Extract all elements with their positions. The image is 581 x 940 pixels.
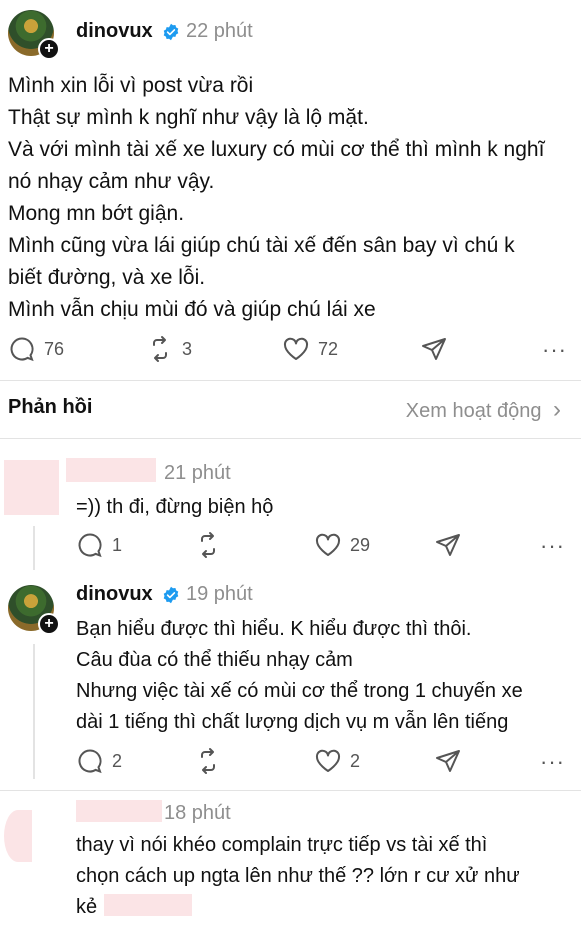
repost-count: 3 <box>182 338 193 359</box>
divider <box>0 380 581 381</box>
reply-line: dài 1 tiếng thì chất lượng dịch vụ m vẫn… <box>76 711 509 733</box>
post-actions: 76 3 72 ··· <box>8 335 573 367</box>
divider <box>0 790 581 791</box>
comment-icon <box>78 533 102 558</box>
post-line: Mong mn bớt giận. <box>8 202 185 225</box>
comment-count: 76 <box>44 338 65 359</box>
more-options-button[interactable]: ··· <box>540 749 565 775</box>
repost-icon <box>153 336 167 362</box>
post-body: Mình xin lỗi vì post vừa rồi Thật sự mìn… <box>8 70 573 326</box>
reply-time: 19 phút <box>186 583 253 605</box>
chevron-right-icon: › <box>553 396 561 423</box>
repost-icon <box>201 532 215 558</box>
heart-icon <box>315 533 341 556</box>
reply-line: Câu đùa có thể thiếu nhạy cảm <box>76 649 353 671</box>
share-icon <box>436 750 460 772</box>
share-icon <box>422 338 446 360</box>
comment-icon <box>78 749 102 774</box>
view-activity-link[interactable]: Xem hoạt động › <box>406 396 561 424</box>
verified-icon <box>163 586 179 604</box>
reply-actions: 1 29 ··· <box>76 531 571 563</box>
comment-button[interactable]: 2 <box>76 747 122 775</box>
repost-button[interactable] <box>194 531 222 559</box>
reply-actions: 2 2 ··· <box>76 747 571 779</box>
comment-count: 1 <box>112 534 123 555</box>
redacted-username <box>66 458 156 482</box>
follow-plus-icon[interactable]: + <box>38 613 60 635</box>
reply-author-avatar[interactable]: + <box>8 585 60 635</box>
post-line: Mình vẫn chịu mùi đó và giúp chú lái xe <box>8 298 376 321</box>
replies-heading: Phản hồi <box>8 396 93 418</box>
share-button[interactable] <box>434 747 462 775</box>
comment-icon <box>10 337 34 362</box>
verified-icon <box>163 23 179 41</box>
post-line: Mình xin lỗi vì post vừa rồi <box>8 74 254 97</box>
reply-time: 21 phút <box>164 462 231 484</box>
post-line: Mình cũng vừa lái giúp chú tài xế đến sâ… <box>8 234 515 257</box>
post-line: biết đường, và xe lỗi. <box>8 266 206 289</box>
comment-button[interactable]: 76 <box>8 335 64 363</box>
redacted-text <box>104 894 192 916</box>
more-options-button[interactable]: ··· <box>540 533 565 559</box>
like-count: 72 <box>318 338 339 359</box>
post-username[interactable]: dinovux <box>76 20 153 43</box>
thread-line <box>33 526 35 570</box>
heart-icon <box>283 337 309 360</box>
post-time: 22 phút <box>186 20 253 42</box>
share-button[interactable] <box>420 335 448 363</box>
follow-plus-icon[interactable]: + <box>38 38 60 60</box>
like-button[interactable]: 72 <box>282 335 338 363</box>
reply-line: Bạn hiểu được thì hiểu. K hiểu được thì … <box>76 618 472 640</box>
like-count: 29 <box>350 534 371 555</box>
redacted-username <box>76 800 162 822</box>
share-icon <box>436 534 460 556</box>
reply-avatar-redacted[interactable] <box>4 460 59 515</box>
divider <box>0 438 581 439</box>
view-activity-label: Xem hoạt động <box>405 400 542 422</box>
heart-icon <box>315 749 341 772</box>
reply-username[interactable]: dinovux <box>76 583 153 606</box>
reply-line: Nhưng việc tài xế có mùi cơ thể trong 1 … <box>76 680 523 702</box>
reply-line: chọn cách up ngta lên như thế ?? lớn r c… <box>76 865 520 887</box>
comment-count: 2 <box>112 750 123 771</box>
thread-line <box>33 644 35 779</box>
like-button[interactable]: 2 <box>314 747 360 775</box>
repost-icon <box>201 748 215 774</box>
post-line: nó nhạy cảm như vậy. <box>8 170 215 193</box>
reply-time: 18 phút <box>164 802 231 824</box>
more-options-button[interactable]: ··· <box>542 337 567 363</box>
post-line: Và với mình tài xế xe luxury có mùi cơ t… <box>8 138 545 161</box>
post-line: Thật sự mình k nghĩ như vậy là lộ mặt. <box>8 106 369 129</box>
reply-avatar-redacted[interactable] <box>4 810 32 862</box>
like-button[interactable]: 29 <box>314 531 370 559</box>
repost-button[interactable]: 3 <box>146 335 192 363</box>
repost-button[interactable] <box>194 747 222 775</box>
reply-line: =)) th đi, đừng biện hộ <box>76 496 274 518</box>
share-button[interactable] <box>434 531 462 559</box>
reply-line: thay vì nói khéo complain trực tiếp vs t… <box>76 834 488 856</box>
like-count: 2 <box>350 750 361 771</box>
post-author-avatar[interactable]: + <box>8 10 60 60</box>
reply-body: =)) th đi, đừng biện hộ <box>76 492 571 523</box>
reply-body: Bạn hiểu được thì hiểu. K hiểu được thì … <box>76 614 571 738</box>
comment-button[interactable]: 1 <box>76 531 122 559</box>
